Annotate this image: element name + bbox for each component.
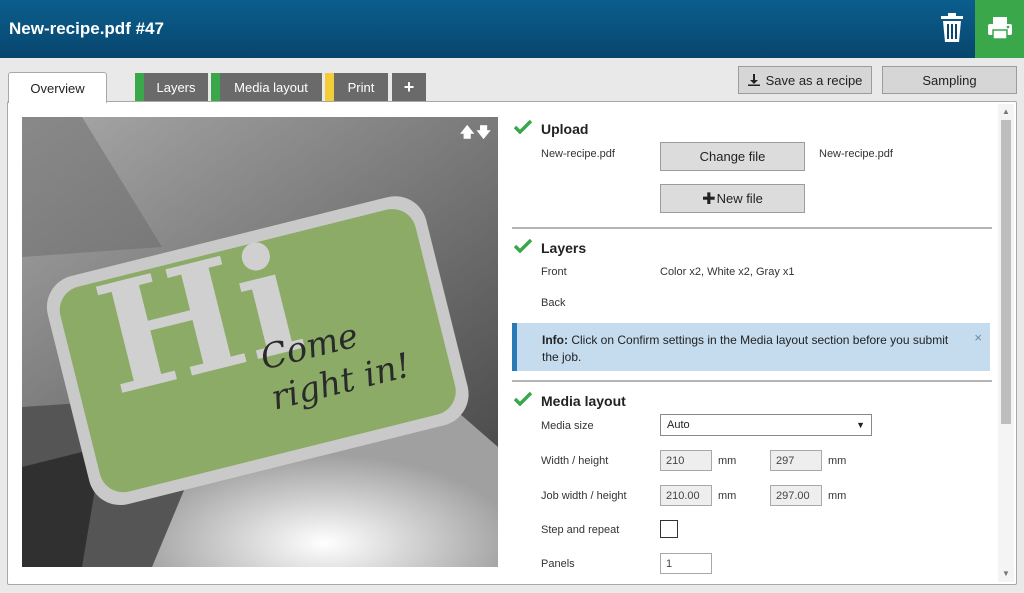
change-file-button[interactable]: Change file	[660, 142, 805, 171]
checkmark-icon	[514, 392, 532, 406]
new-file-button[interactable]: ✚ New file	[660, 184, 805, 213]
tab-print-label: Print	[347, 79, 375, 95]
height-input[interactable]: 297	[770, 450, 822, 471]
add-tab-button[interactable]: +	[392, 73, 426, 101]
media-size-label: Media size	[541, 420, 594, 432]
front-value: Color x2, White x2, Gray x1	[660, 266, 795, 278]
width-unit: mm	[718, 455, 737, 467]
job-title: New-recipe.pdf #47	[9, 19, 164, 38]
print-button[interactable]	[975, 0, 1024, 58]
media-size-select[interactable]: Auto ▼	[660, 414, 872, 436]
scroll-up-icon[interactable]: ▲	[1002, 107, 1010, 116]
section-divider	[512, 380, 992, 382]
scrollbar-thumb[interactable]	[1001, 120, 1011, 424]
upload-filename: New-recipe.pdf	[541, 148, 615, 160]
back-label: Back	[541, 297, 566, 309]
plus-icon: +	[403, 76, 415, 97]
printer-icon	[988, 17, 1012, 40]
media-size-value: Auto	[667, 419, 690, 431]
job-preview: Hi Come right in!	[22, 117, 498, 567]
checkmark-icon	[514, 239, 532, 253]
info-message: Click on Confirm settings in the Media l…	[542, 333, 949, 364]
step-repeat-checkbox[interactable]	[660, 520, 678, 538]
trash-icon[interactable]	[938, 12, 966, 44]
tab-overview[interactable]: Overview	[8, 72, 107, 103]
reorder-arrows-icon[interactable]: 🡅🡇	[460, 122, 493, 146]
settings-column: Upload New-recipe.pdf Change file New-re…	[510, 110, 992, 580]
step-repeat-label: Step and repeat	[541, 524, 620, 536]
job-height-unit: mm	[828, 490, 847, 502]
checkmark-icon	[514, 120, 532, 134]
save-as-recipe-label: Save as a recipe	[765, 72, 863, 88]
save-as-recipe-button[interactable]: Save as a recipe	[738, 66, 872, 94]
sampling-button[interactable]: Sampling	[882, 66, 1017, 94]
tab-media-layout[interactable]: Media layout	[211, 73, 322, 101]
section-divider	[512, 227, 992, 229]
job-width-input[interactable]: 210.00	[660, 485, 712, 506]
tab-layers-label: Layers	[156, 79, 196, 95]
job-width-unit: mm	[718, 490, 737, 502]
media-layout-section-title: Media layout	[541, 393, 626, 409]
info-prefix: Info:	[542, 333, 568, 347]
info-banner: Info: Click on Confirm settings in the M…	[512, 323, 990, 371]
new-file-label: New file	[716, 191, 763, 206]
job-width-height-label: Job width / height	[541, 490, 627, 502]
panels-input[interactable]: 1	[660, 553, 712, 574]
width-input[interactable]: 210	[660, 450, 712, 471]
download-icon	[747, 74, 760, 86]
panels-label: Panels	[541, 558, 575, 570]
tab-print[interactable]: Print	[325, 73, 388, 101]
job-height-input[interactable]: 297.00	[770, 485, 822, 506]
upload-section-title: Upload	[541, 121, 589, 137]
scrollbar[interactable]: ▲ ▼	[998, 104, 1014, 582]
layers-section-title: Layers	[541, 240, 587, 256]
scroll-down-icon[interactable]: ▼	[1002, 569, 1010, 578]
height-unit: mm	[828, 455, 847, 467]
tab-layers[interactable]: Layers	[135, 73, 208, 101]
caret-down-icon: ▼	[856, 420, 865, 430]
close-icon[interactable]: ×	[974, 329, 982, 346]
front-label: Front	[541, 266, 567, 278]
plus-icon: ✚	[702, 190, 716, 208]
tab-media-layout-label: Media layout	[234, 79, 308, 95]
width-height-label: Width / height	[541, 455, 609, 467]
current-file-name: New-recipe.pdf	[819, 148, 893, 160]
app-header: New-recipe.pdf #47	[0, 0, 1024, 58]
